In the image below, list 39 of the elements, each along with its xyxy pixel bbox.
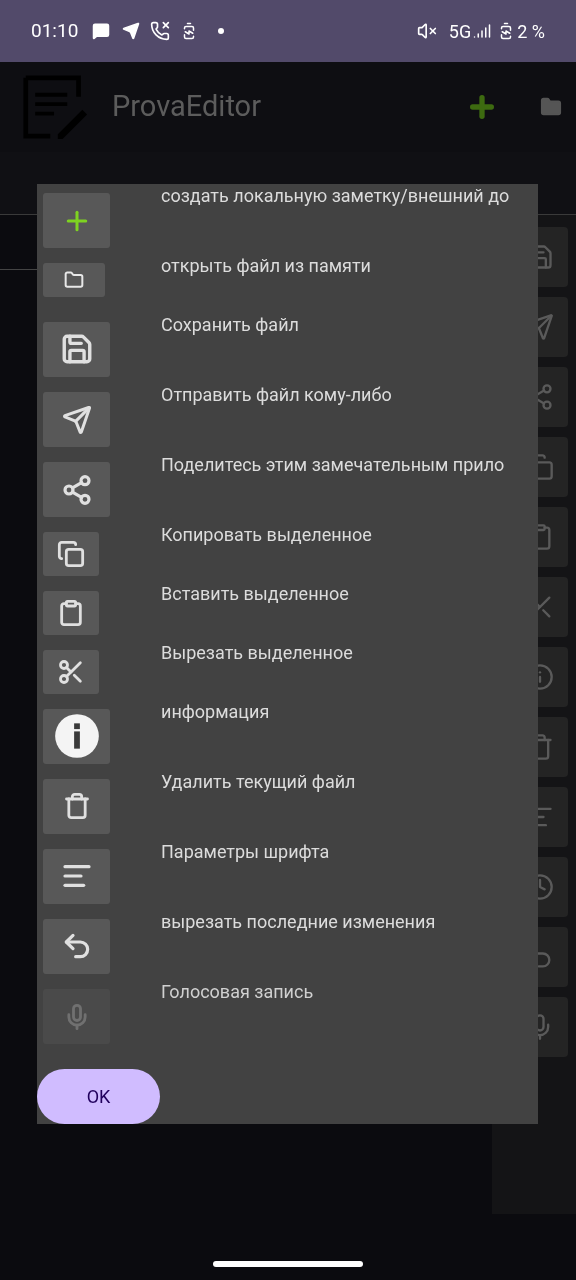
action-button[interactable] (43, 263, 105, 298)
clipboard-icon (57, 599, 85, 627)
action-label[interactable]: Сохранить файл (161, 313, 538, 336)
action-button[interactable] (43, 462, 110, 518)
action-label[interactable]: Отправить файл кому-либо (161, 384, 538, 406)
action-label[interactable]: создать локальную заметку/внешний до (161, 185, 538, 207)
action-label[interactable]: Удалить текущий файл (161, 770, 538, 793)
action-button[interactable] (43, 532, 99, 577)
action-button[interactable] (43, 591, 99, 635)
action-label[interactable]: вырезать последние изменения (161, 910, 538, 933)
clock-time: 01:10 (31, 17, 79, 44)
trash-icon (62, 792, 91, 821)
action-label[interactable]: Вырезать выделенное (161, 641, 538, 664)
action-button[interactable] (43, 778, 110, 834)
app-title: ProvaEditor (112, 88, 261, 126)
action-button[interactable] (43, 918, 110, 974)
action-label[interactable]: Поделитесь этим замечательным прило (161, 454, 538, 477)
action-label[interactable]: Вставить выделенное (161, 583, 538, 605)
action-button[interactable] (43, 708, 110, 764)
missed-call-icon (150, 21, 171, 41)
folder-icon (64, 270, 84, 291)
send-icon (122, 22, 141, 40)
ok-button[interactable]: OK (37, 1069, 160, 1124)
signal-icon (473, 22, 492, 40)
action-label[interactable]: открыть файл из памяти (161, 255, 538, 278)
action-button[interactable] (43, 649, 99, 694)
action-label[interactable]: информация (161, 700, 538, 723)
chat-icon (92, 22, 111, 40)
network-type: 5G (448, 19, 472, 44)
action-button[interactable] (43, 321, 110, 377)
send-icon (61, 404, 92, 435)
mute-icon (416, 21, 437, 41)
action-label[interactable]: Копировать выделенное (161, 524, 538, 547)
share-icon (60, 473, 93, 506)
action-button[interactable] (43, 392, 110, 447)
action-label[interactable]: Параметры шрифта (161, 840, 538, 863)
action-button[interactable] (43, 848, 110, 904)
folder-icon[interactable] (540, 96, 562, 118)
battery-level: 2 % (517, 19, 545, 44)
